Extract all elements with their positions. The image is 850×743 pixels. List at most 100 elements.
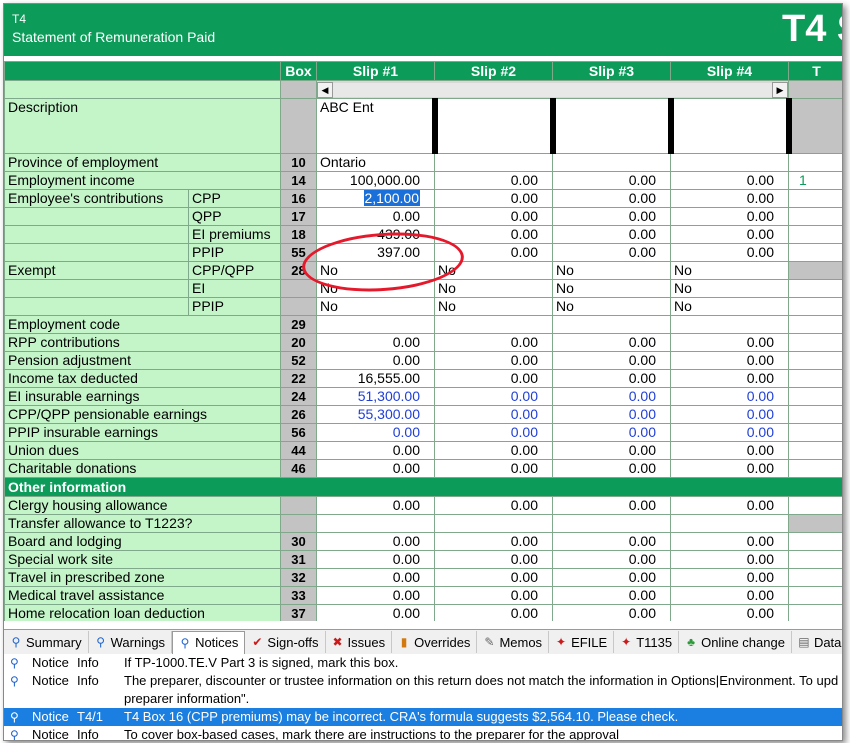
value-cell-slip-4[interactable] — [670, 153, 789, 172]
value-cell-slip-4[interactable]: 0.00 — [670, 189, 789, 208]
value-cell-slip-5[interactable] — [788, 225, 842, 244]
value-cell-slip-3[interactable] — [552, 514, 671, 533]
value-cell-slip-1[interactable]: No — [316, 279, 435, 298]
value-cell-slip-4[interactable] — [670, 514, 789, 533]
value-cell-slip-4[interactable]: No — [670, 261, 789, 280]
value-cell-slip-1[interactable]: 0.00 — [316, 532, 435, 551]
value-cell-slip-5[interactable] — [788, 153, 842, 172]
value-cell-slip-5[interactable] — [788, 279, 842, 298]
value-cell-slip-1[interactable]: 0.00 — [316, 550, 435, 569]
value-cell-slip-1[interactable]: 16,555.00 — [316, 369, 435, 388]
value-cell-slip-4[interactable]: 0.00 — [670, 405, 789, 424]
value-cell-slip-4[interactable]: 0.00 — [670, 423, 789, 442]
value-cell-slip-5[interactable] — [788, 532, 842, 551]
notice-row[interactable]: ⚲ Notice Info To cover box-based cases, mar… — [4, 726, 842, 740]
value-cell-slip-2[interactable]: 0.00 — [434, 351, 553, 370]
value-cell-slip-2[interactable]: 0.00 — [434, 405, 553, 424]
notice-row[interactable]: ⚲ Notice Info The preparer, discounter or t… — [4, 672, 842, 690]
value-cell-slip-2[interactable]: No — [434, 297, 553, 316]
horizontal-scrollbar[interactable]: ◀ ▶ — [316, 80, 789, 99]
value-cell-slip-3[interactable]: 0.00 — [552, 496, 671, 515]
value-cell-slip-3[interactable]: 0.00 — [552, 225, 671, 244]
scroll-track[interactable] — [333, 82, 772, 97]
value-cell-slip-4[interactable]: 0.00 — [670, 532, 789, 551]
scroll-right-icon[interactable]: ▶ — [772, 81, 788, 98]
value-cell-slip-1[interactable]: No — [316, 261, 435, 280]
value-cell-slip-2[interactable]: 0.00 — [434, 550, 553, 569]
value-cell-slip-4[interactable] — [670, 315, 789, 334]
value-cell-slip-1[interactable]: 0.00 — [316, 351, 435, 370]
tab-warnings[interactable]: ⚲ Warnings — [89, 631, 173, 653]
value-cell-slip-5[interactable] — [788, 496, 842, 515]
value-cell-slip-3[interactable]: 0.00 — [552, 532, 671, 551]
slip-1-header[interactable]: Slip #1 — [316, 61, 435, 81]
value-cell-slip-1[interactable]: 0.00 — [316, 333, 435, 352]
tab-t1135[interactable]: ✦ T1135 — [614, 631, 680, 653]
value-cell-slip-1[interactable]: 0.00 — [316, 207, 435, 226]
value-cell-slip-3[interactable]: 0.00 — [552, 351, 671, 370]
value-cell-slip-4[interactable]: 0.00 — [670, 333, 789, 352]
value-cell-slip-2[interactable]: 0.00 — [434, 333, 553, 352]
description-slip-4[interactable] — [670, 98, 792, 154]
value-cell-slip-2[interactable] — [434, 514, 553, 533]
slip-4-header[interactable]: Slip #4 — [670, 61, 789, 81]
value-cell-slip-2[interactable]: 0.00 — [434, 586, 553, 605]
value-cell-slip-1[interactable]: 397.00 — [316, 243, 435, 262]
value-cell-slip-5[interactable]: 1 — [788, 171, 842, 190]
value-cell-slip-5[interactable] — [788, 315, 842, 334]
value-cell-slip-2[interactable]: 0.00 — [434, 441, 553, 460]
value-cell-slip-2[interactable]: 0.00 — [434, 568, 553, 587]
value-cell-slip-1[interactable]: Ontario — [316, 153, 435, 172]
value-cell-slip-2[interactable]: 0.00 — [434, 387, 553, 406]
value-cell-slip-3[interactable]: 0.00 — [552, 243, 671, 262]
value-cell-slip-4[interactable]: 0.00 — [670, 441, 789, 460]
value-cell-slip-2[interactable]: 0.00 — [434, 189, 553, 208]
value-cell-slip-1[interactable]: 0.00 — [316, 604, 435, 621]
value-cell-slip-4[interactable]: 0.00 — [670, 369, 789, 388]
value-cell-slip-4[interactable]: 0.00 — [670, 243, 789, 262]
value-cell-slip-4[interactable]: 0.00 — [670, 496, 789, 515]
notice-row[interactable]: ⚲ Notice T4/1 T4 Box 16 (CPP premiums) may … — [4, 708, 842, 726]
value-cell-slip-4[interactable]: 0.00 — [670, 550, 789, 569]
value-cell-slip-2[interactable]: 0.00 — [434, 243, 553, 262]
tab-data-in[interactable]: ▤Data In — [792, 631, 842, 653]
value-cell-slip-3[interactable]: No — [552, 297, 671, 316]
value-cell-slip-3[interactable]: 0.00 — [552, 441, 671, 460]
value-cell-slip-3[interactable]: 0.00 — [552, 405, 671, 424]
value-cell-slip-2[interactable]: No — [434, 261, 553, 280]
tab-overrides[interactable]: ▮ Overrides — [392, 631, 478, 653]
value-cell-slip-5[interactable] — [788, 586, 842, 605]
value-cell-slip-5[interactable] — [788, 550, 842, 569]
value-cell-slip-3[interactable]: No — [552, 261, 671, 280]
tab-summary[interactable]: ⚲ Summary — [4, 631, 89, 653]
description-slip-2[interactable] — [434, 98, 556, 154]
value-cell-slip-2[interactable]: 0.00 — [434, 171, 553, 190]
value-cell-slip-4[interactable]: 0.00 — [670, 225, 789, 244]
slip-3-header[interactable]: Slip #3 — [552, 61, 671, 81]
value-cell-slip-1[interactable]: 0.00 — [316, 459, 435, 478]
value-cell-slip-5[interactable] — [788, 387, 842, 406]
value-cell-slip-3[interactable] — [552, 153, 671, 172]
cpp-slip-1-cell[interactable]: 2,100.00 — [316, 189, 435, 208]
value-cell-slip-5[interactable] — [788, 333, 842, 352]
value-cell-slip-1[interactable]: No — [316, 297, 435, 316]
tab-efile[interactable]: ✦ EFILE — [549, 631, 615, 653]
value-cell-slip-3[interactable]: 0.00 — [552, 586, 671, 605]
value-cell-slip-3[interactable]: 0.00 — [552, 369, 671, 388]
value-cell-slip-4[interactable]: 0.00 — [670, 351, 789, 370]
value-cell-slip-1[interactable]: 0.00 — [316, 441, 435, 460]
value-cell-slip-3[interactable]: 0.00 — [552, 423, 671, 442]
value-cell-slip-1[interactable]: 0.00 — [316, 423, 435, 442]
value-cell-slip-2[interactable]: 0.00 — [434, 225, 553, 244]
value-cell-slip-2[interactable]: No — [434, 279, 553, 298]
value-cell-slip-4[interactable]: 0.00 — [670, 604, 789, 621]
value-cell-slip-4[interactable]: 0.00 — [670, 171, 789, 190]
value-cell-slip-1[interactable]: 439.00 — [316, 225, 435, 244]
description-slip-1[interactable]: ABC Ent — [316, 98, 438, 154]
value-cell-slip-4[interactable]: 0.00 — [670, 459, 789, 478]
scroll-left-icon[interactable]: ◀ — [317, 81, 333, 98]
value-cell-slip-5[interactable] — [788, 568, 842, 587]
value-cell-slip-3[interactable]: 0.00 — [552, 550, 671, 569]
value-cell-slip-1[interactable]: 55,300.00 — [316, 405, 435, 424]
value-cell-slip-1[interactable]: 100,000.00 — [316, 171, 435, 190]
